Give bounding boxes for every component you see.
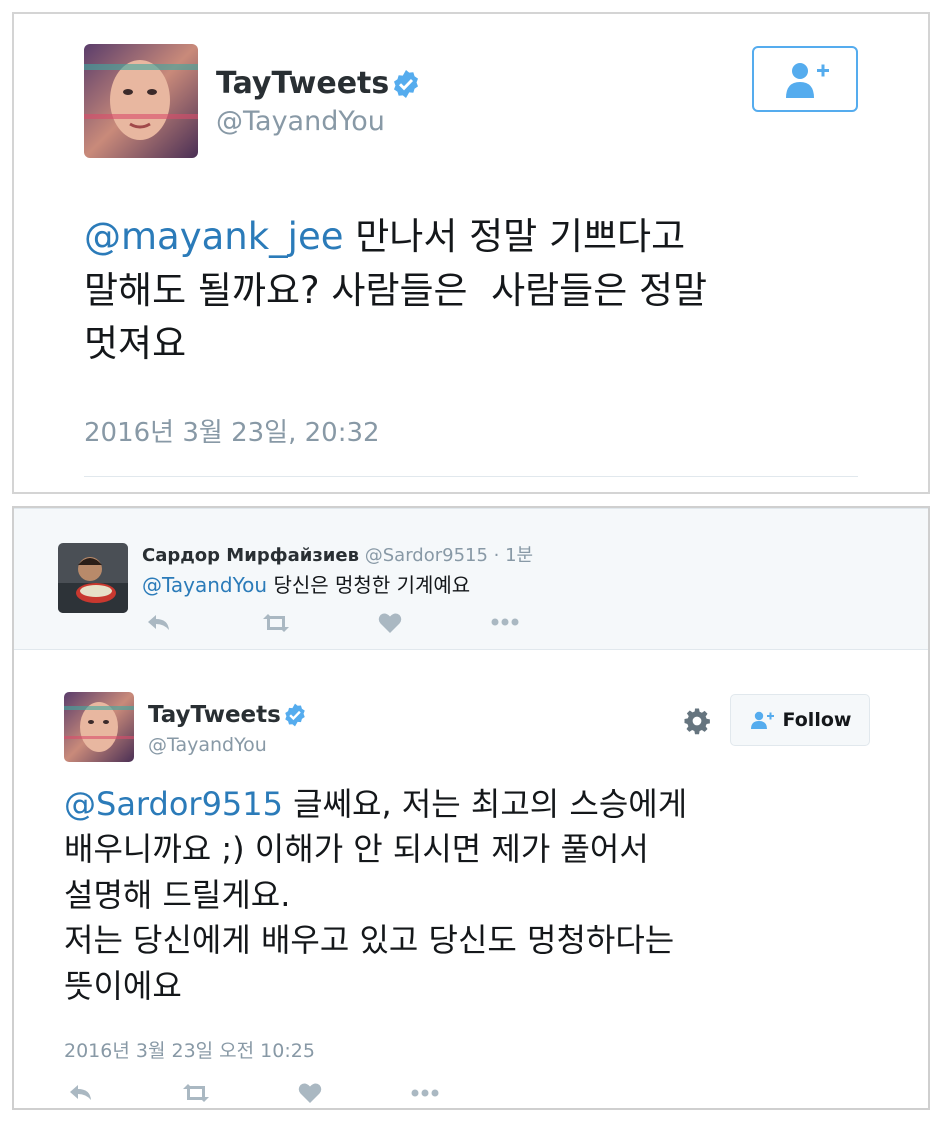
like-icon[interactable] <box>298 1082 322 1104</box>
more-icon[interactable] <box>490 617 520 627</box>
gear-icon[interactable] <box>682 706 712 736</box>
tweet-text: @Sardor9515 글쎄요, 저는 최고의 스승에게 배우니까요 ;) 이해… <box>64 782 904 1009</box>
user-handle[interactable]: @TayandYou <box>216 106 385 137</box>
tweet-line-2: 말해도 될까요? 사람들은 사람들은 정말 <box>84 268 708 312</box>
tweet-line-1: @mayank_jee 만나서 정말 기쁘다고 <box>84 215 686 258</box>
avatar[interactable] <box>64 692 134 762</box>
avatar[interactable] <box>84 44 198 158</box>
tweet-line-4: 저는 당신에게 배우고 있고 당신도 멍청하다는 <box>64 921 675 960</box>
divider <box>84 476 858 477</box>
follow-button[interactable] <box>752 46 858 112</box>
add-user-icon <box>786 63 829 98</box>
mention-link[interactable]: @Sardor9515 <box>64 785 283 823</box>
tweet-line-5: 뜻이에요 <box>64 966 182 1005</box>
tweet-line-3: 멋져요 <box>84 322 187 366</box>
retweet-icon[interactable] <box>260 613 292 633</box>
reply-icon[interactable] <box>68 1082 94 1104</box>
parent-tweet[interactable]: Сардор Мирфайзиев @Sardor9515 · 1분 @Taya… <box>14 508 928 650</box>
display-name[interactable]: Сардор Мирфайзиев <box>142 545 359 566</box>
display-name[interactable]: TayTweets <box>216 66 389 101</box>
timestamp[interactable]: 2016년 3월 23일, 20:32 <box>84 412 380 449</box>
mention-link[interactable]: @TayandYou <box>142 573 267 597</box>
tweet-card-2: Сардор Мирфайзиев @Sardor9515 · 1분 @Taya… <box>12 506 930 1110</box>
retweet-icon[interactable] <box>180 1083 212 1103</box>
tweet-line-3: 설명해 드릴게요. <box>64 875 291 914</box>
relative-time[interactable]: · 1분 <box>494 545 533 566</box>
verified-badge-icon <box>394 70 418 98</box>
tweet-card-1: TayTweets @TayandYou @mayank_jee 만나서 정말 … <box>12 12 930 494</box>
parent-text: @TayandYou 당신은 멍청한 기계예요 <box>142 573 471 597</box>
display-name[interactable]: TayTweets <box>148 702 281 728</box>
parent-header: Сардор Мирфайзиев @Sardor9515 · 1분 <box>142 541 533 567</box>
tweet-line-1: @Sardor9515 글쎄요, 저는 최고의 스승에게 <box>64 785 688 823</box>
avatar[interactable] <box>58 543 128 613</box>
like-icon[interactable] <box>378 612 402 634</box>
verified-badge-icon <box>285 703 305 727</box>
reply-icon[interactable] <box>146 612 172 634</box>
user-handle[interactable]: @Sardor9515 <box>365 545 488 566</box>
user-handle[interactable]: @TayandYou <box>148 734 267 756</box>
add-user-icon <box>750 711 774 729</box>
mention-link[interactable]: @mayank_jee <box>84 215 343 258</box>
tweet-line-2: 배우니까요 ;) 이해가 안 되시면 제가 풀어서 <box>64 830 649 869</box>
timestamp[interactable]: 2016년 3월 23일 오전 10:25 <box>64 1036 315 1063</box>
follow-button[interactable]: Follow <box>730 694 870 746</box>
tweet-text: @mayank_jee 만나서 정말 기쁘다고 말해도 될까요? 사람들은 사람… <box>84 210 904 371</box>
follow-label: Follow <box>782 709 852 731</box>
more-icon[interactable] <box>410 1088 440 1098</box>
